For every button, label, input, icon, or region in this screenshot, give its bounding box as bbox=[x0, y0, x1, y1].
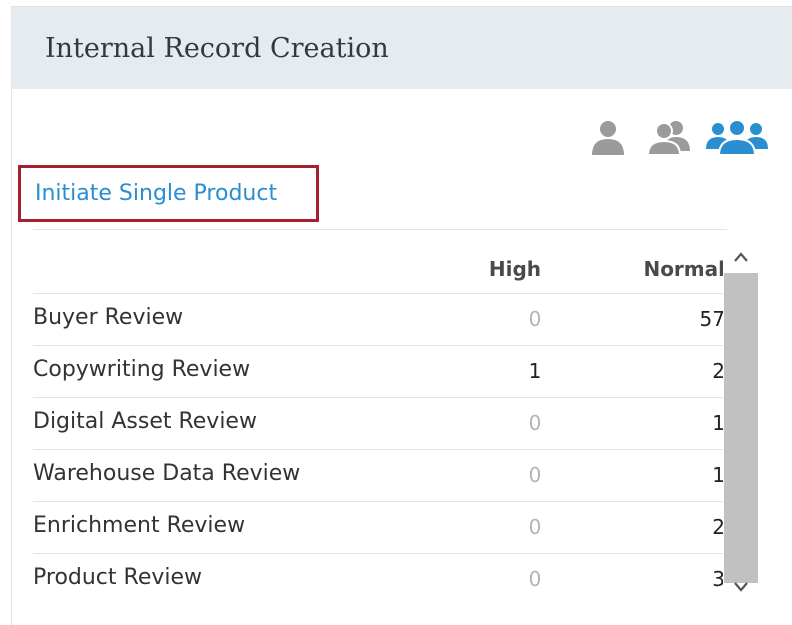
row-label: Product Review bbox=[33, 565, 203, 590]
row-label: Digital Asset Review bbox=[33, 409, 257, 434]
table-row[interactable]: Product Review 0 3 bbox=[33, 553, 727, 606]
view-mode-toggle bbox=[578, 117, 768, 157]
high-count: 0 bbox=[528, 463, 542, 487]
high-count: 0 bbox=[528, 307, 542, 331]
row-label: Warehouse Data Review bbox=[33, 461, 301, 486]
initiate-highlight-box: Initiate Single Product bbox=[18, 165, 319, 222]
chevron-down-icon[interactable] bbox=[726, 575, 756, 599]
table-row[interactable]: Buyer Review 0 57 bbox=[33, 293, 727, 346]
table-header: High Normal bbox=[33, 251, 727, 287]
single-user-icon[interactable] bbox=[588, 117, 628, 157]
row-label: Enrichment Review bbox=[33, 513, 246, 538]
high-count: 0 bbox=[528, 411, 542, 435]
column-header-normal: Normal bbox=[643, 257, 725, 281]
high-count: 0 bbox=[528, 515, 542, 539]
normal-count: 57 bbox=[699, 307, 725, 331]
panel-header: Internal Record Creation bbox=[12, 7, 792, 89]
table-scrollbar[interactable] bbox=[723, 233, 768, 605]
three-users-icon[interactable] bbox=[706, 117, 768, 157]
table-row[interactable]: Enrichment Review 0 2 bbox=[33, 501, 727, 554]
high-count: 1 bbox=[528, 359, 542, 383]
chevron-up-icon[interactable] bbox=[726, 245, 756, 269]
row-label: Buyer Review bbox=[33, 305, 184, 330]
table-row[interactable]: Copywriting Review 1 2 bbox=[33, 345, 727, 398]
row-label: Copywriting Review bbox=[33, 357, 251, 382]
initiate-single-product-link[interactable]: Initiate Single Product bbox=[35, 181, 277, 206]
scrollbar-thumb[interactable] bbox=[724, 273, 758, 583]
table-top-divider bbox=[33, 229, 727, 230]
two-users-icon[interactable] bbox=[646, 117, 694, 157]
high-count: 0 bbox=[528, 567, 542, 591]
table-row[interactable]: Digital Asset Review 0 1 bbox=[33, 397, 727, 450]
panel-title: Internal Record Creation bbox=[45, 33, 389, 64]
table-row[interactable]: Warehouse Data Review 0 1 bbox=[33, 449, 727, 502]
column-header-high: High bbox=[488, 257, 541, 281]
